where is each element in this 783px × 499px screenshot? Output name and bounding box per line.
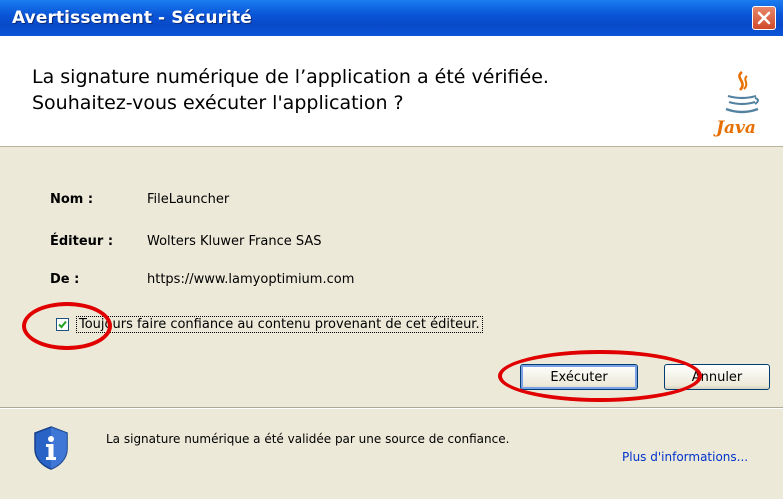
from-value: https://www.lamyoptimium.com <box>147 272 355 287</box>
publisher-label: Éditeur : <box>50 234 114 249</box>
header-panel: La signature numérique de l’application … <box>0 36 783 147</box>
header-message-line1: La signature numérique de l’application … <box>32 66 549 88</box>
java-logo-text: Java <box>716 118 756 138</box>
annotation-oval-checkbox <box>22 302 112 350</box>
java-cup-icon <box>725 70 759 114</box>
name-value: FileLauncher <box>147 192 230 207</box>
close-icon <box>757 11 771 25</box>
header-message-line2: Souhaitez-vous exécuter l'application ? <box>32 92 404 114</box>
annotation-oval-run-button <box>498 350 702 402</box>
footer-message: La signature numérique a été validée par… <box>106 432 510 446</box>
close-button[interactable] <box>752 6 776 30</box>
more-info-link[interactable]: Plus d'informations... <box>622 450 748 464</box>
footer-divider-highlight <box>0 408 783 409</box>
name-label: Nom : <box>50 192 94 207</box>
shield-info-icon <box>34 426 68 470</box>
from-label: De : <box>50 272 80 287</box>
trust-checkbox-label[interactable]: Toujours faire confiance au contenu prov… <box>76 316 483 333</box>
security-warning-dialog: Avertissement - Sécurité La signature nu… <box>0 0 783 499</box>
title-bar[interactable]: Avertissement - Sécurité <box>0 0 783 36</box>
window-title: Avertissement - Sécurité <box>12 8 252 28</box>
header-message: La signature numérique de l’application … <box>32 64 692 116</box>
publisher-value: Wolters Kluwer France SAS <box>147 234 322 249</box>
java-logo: Java <box>714 70 774 140</box>
